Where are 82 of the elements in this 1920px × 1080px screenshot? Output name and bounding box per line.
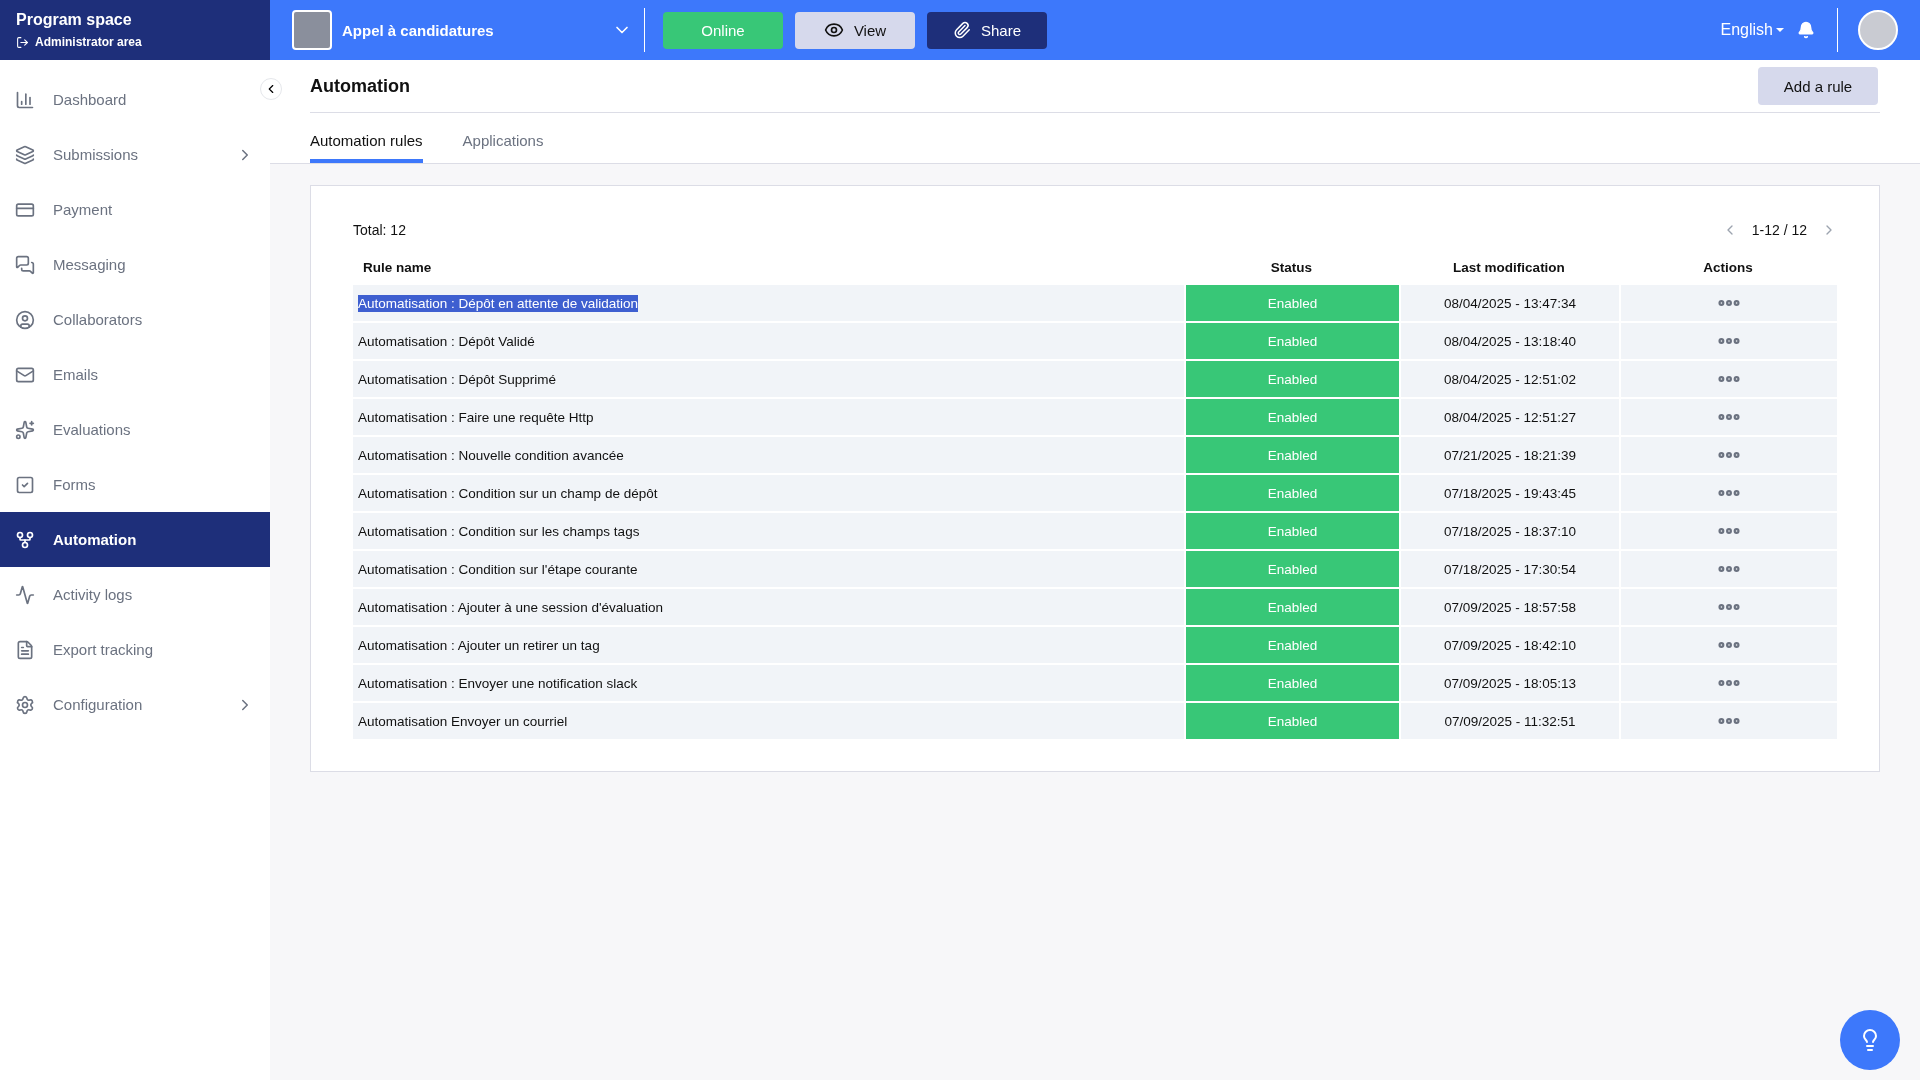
column-header: Status [1269,259,1314,277]
status-cell: Enabled [1184,665,1399,701]
table-cell: 07/09/2025 - 18:42:10 [1399,627,1619,663]
sidebar-item[interactable]: Activity logs [0,567,270,622]
stars-icon [15,419,35,440]
sidebar-item[interactable]: Forms [0,457,270,512]
rule-name[interactable]: Automatisation : Ajouter à une session d'évaluation [358,598,664,616]
status-cell: Enabled [1184,285,1399,321]
table-cell: 07/09/2025 - 18:05:13 [1399,665,1619,701]
rule-name[interactable]: Automatisation : Envoyer une notification slack [358,674,638,692]
tab[interactable]: Automation rules [310,132,423,163]
tab[interactable]: Applications [462,132,544,163]
share-button[interactable]: Share [927,11,1047,49]
rule-name[interactable]: Automatisation : Dépôt en attente de validation [358,294,638,312]
rule-name[interactable]: Automatisation : Condition sur un champ de dépôt [358,484,658,502]
rule-name[interactable]: Automatisation Envoyer un courriel [358,712,568,730]
checkbox-icon [15,474,35,495]
view-button[interactable]: View [795,11,915,49]
sidebar-item[interactable]: Evaluations [0,402,270,457]
table-cell: 08/04/2025 - 13:18:40 [1399,323,1619,359]
rule-name[interactable]: Automatisation : Dépôt Validé [358,332,535,350]
photo-placeholder [292,10,332,50]
avatar[interactable] [1858,10,1898,50]
status-cell: Enabled [1184,399,1399,435]
sidebar-item[interactable]: Payment [0,182,270,237]
program-space-title: Program space [16,11,133,29]
page-title: Automation [310,75,410,97]
caret-icon [1775,27,1785,33]
column-header: Last modification [1452,259,1566,277]
sidebar-item[interactable]: Submissions [0,127,270,182]
document-icon [15,639,35,660]
lightbulb-button[interactable] [1840,1010,1900,1070]
sidebar-item[interactable]: Messaging [0,237,270,292]
status-cell: Enabled [1184,703,1399,739]
rule-name[interactable]: Automatisation : Faire une requête Http [358,408,594,426]
administrator-area-link[interactable]: Administrator area [16,35,254,49]
bell-icon[interactable] [1797,21,1815,39]
column-header: Actions [1702,259,1754,277]
status-cell: Enabled [1184,475,1399,511]
sidebar-item[interactable]: Emails [0,347,270,402]
table-cell: 08/04/2025 - 12:51:02 [1399,361,1619,397]
add-rule-button[interactable]: Add a rule [1758,67,1878,105]
eye-icon [823,20,844,40]
status-cell: Enabled [1184,589,1399,625]
pulse-line-icon [15,584,35,605]
chat-bubbles-icon [15,254,35,275]
status-cell: Enabled [1184,323,1399,359]
table-cell: 07/09/2025 - 18:57:58 [1399,589,1619,625]
status-cell: Enabled [1184,361,1399,397]
sidebar-item[interactable]: Collaborators [0,292,270,347]
sidebar-item[interactable]: Export tracking [0,622,270,677]
language-selector[interactable]: English [1720,21,1785,39]
table-cell: 07/09/2025 - 11:32:51 [1399,703,1619,739]
table-cell: 07/18/2025 - 17:30:54 [1399,551,1619,587]
rule-name[interactable]: Automatisation : Dépôt Supprimé [358,370,557,388]
rule-name[interactable]: Automatisation : Ajouter un retirer un tag [358,636,600,654]
table-cell: 08/04/2025 - 12:51:27 [1399,399,1619,435]
status-cell: Enabled [1184,437,1399,473]
sidebar-item[interactable]: Configuration [0,677,270,732]
status-cell: Enabled [1184,627,1399,663]
layers-icon [15,144,35,165]
table-cell: 07/18/2025 - 18:37:10 [1399,513,1619,549]
rule-name[interactable]: Automatisation : Nouvelle condition avancée [358,446,624,464]
status-cell: Enabled [1184,513,1399,549]
branch-icon [15,529,35,550]
sidebar-item[interactable]: Dashboard [0,72,270,127]
sidebar-item[interactable]: Automation [0,512,270,567]
column-header: Rule name [362,259,433,277]
table-cell: 07/18/2025 - 19:43:45 [1399,475,1619,511]
settings-icon [15,694,35,715]
program-title[interactable]: Appel à candidatures [342,21,612,39]
table-cell: 07/21/2025 - 18:21:39 [1399,437,1619,473]
status-cell: Enabled [1184,551,1399,587]
exit-icon [16,35,29,49]
table-cell: 08/04/2025 - 13:47:34 [1399,285,1619,321]
paperclip-icon [953,21,971,39]
user-circle-icon [15,309,35,330]
total-count: Total: 12 [353,222,406,238]
pagination-range: 1-12 / 12 [1751,222,1807,238]
bar-chart-icon [15,89,35,110]
rule-name[interactable]: Automatisation : Condition sur les champs tags [358,522,640,540]
rule-name[interactable]: Automatisation : Condition sur l'étape courante [358,560,638,578]
